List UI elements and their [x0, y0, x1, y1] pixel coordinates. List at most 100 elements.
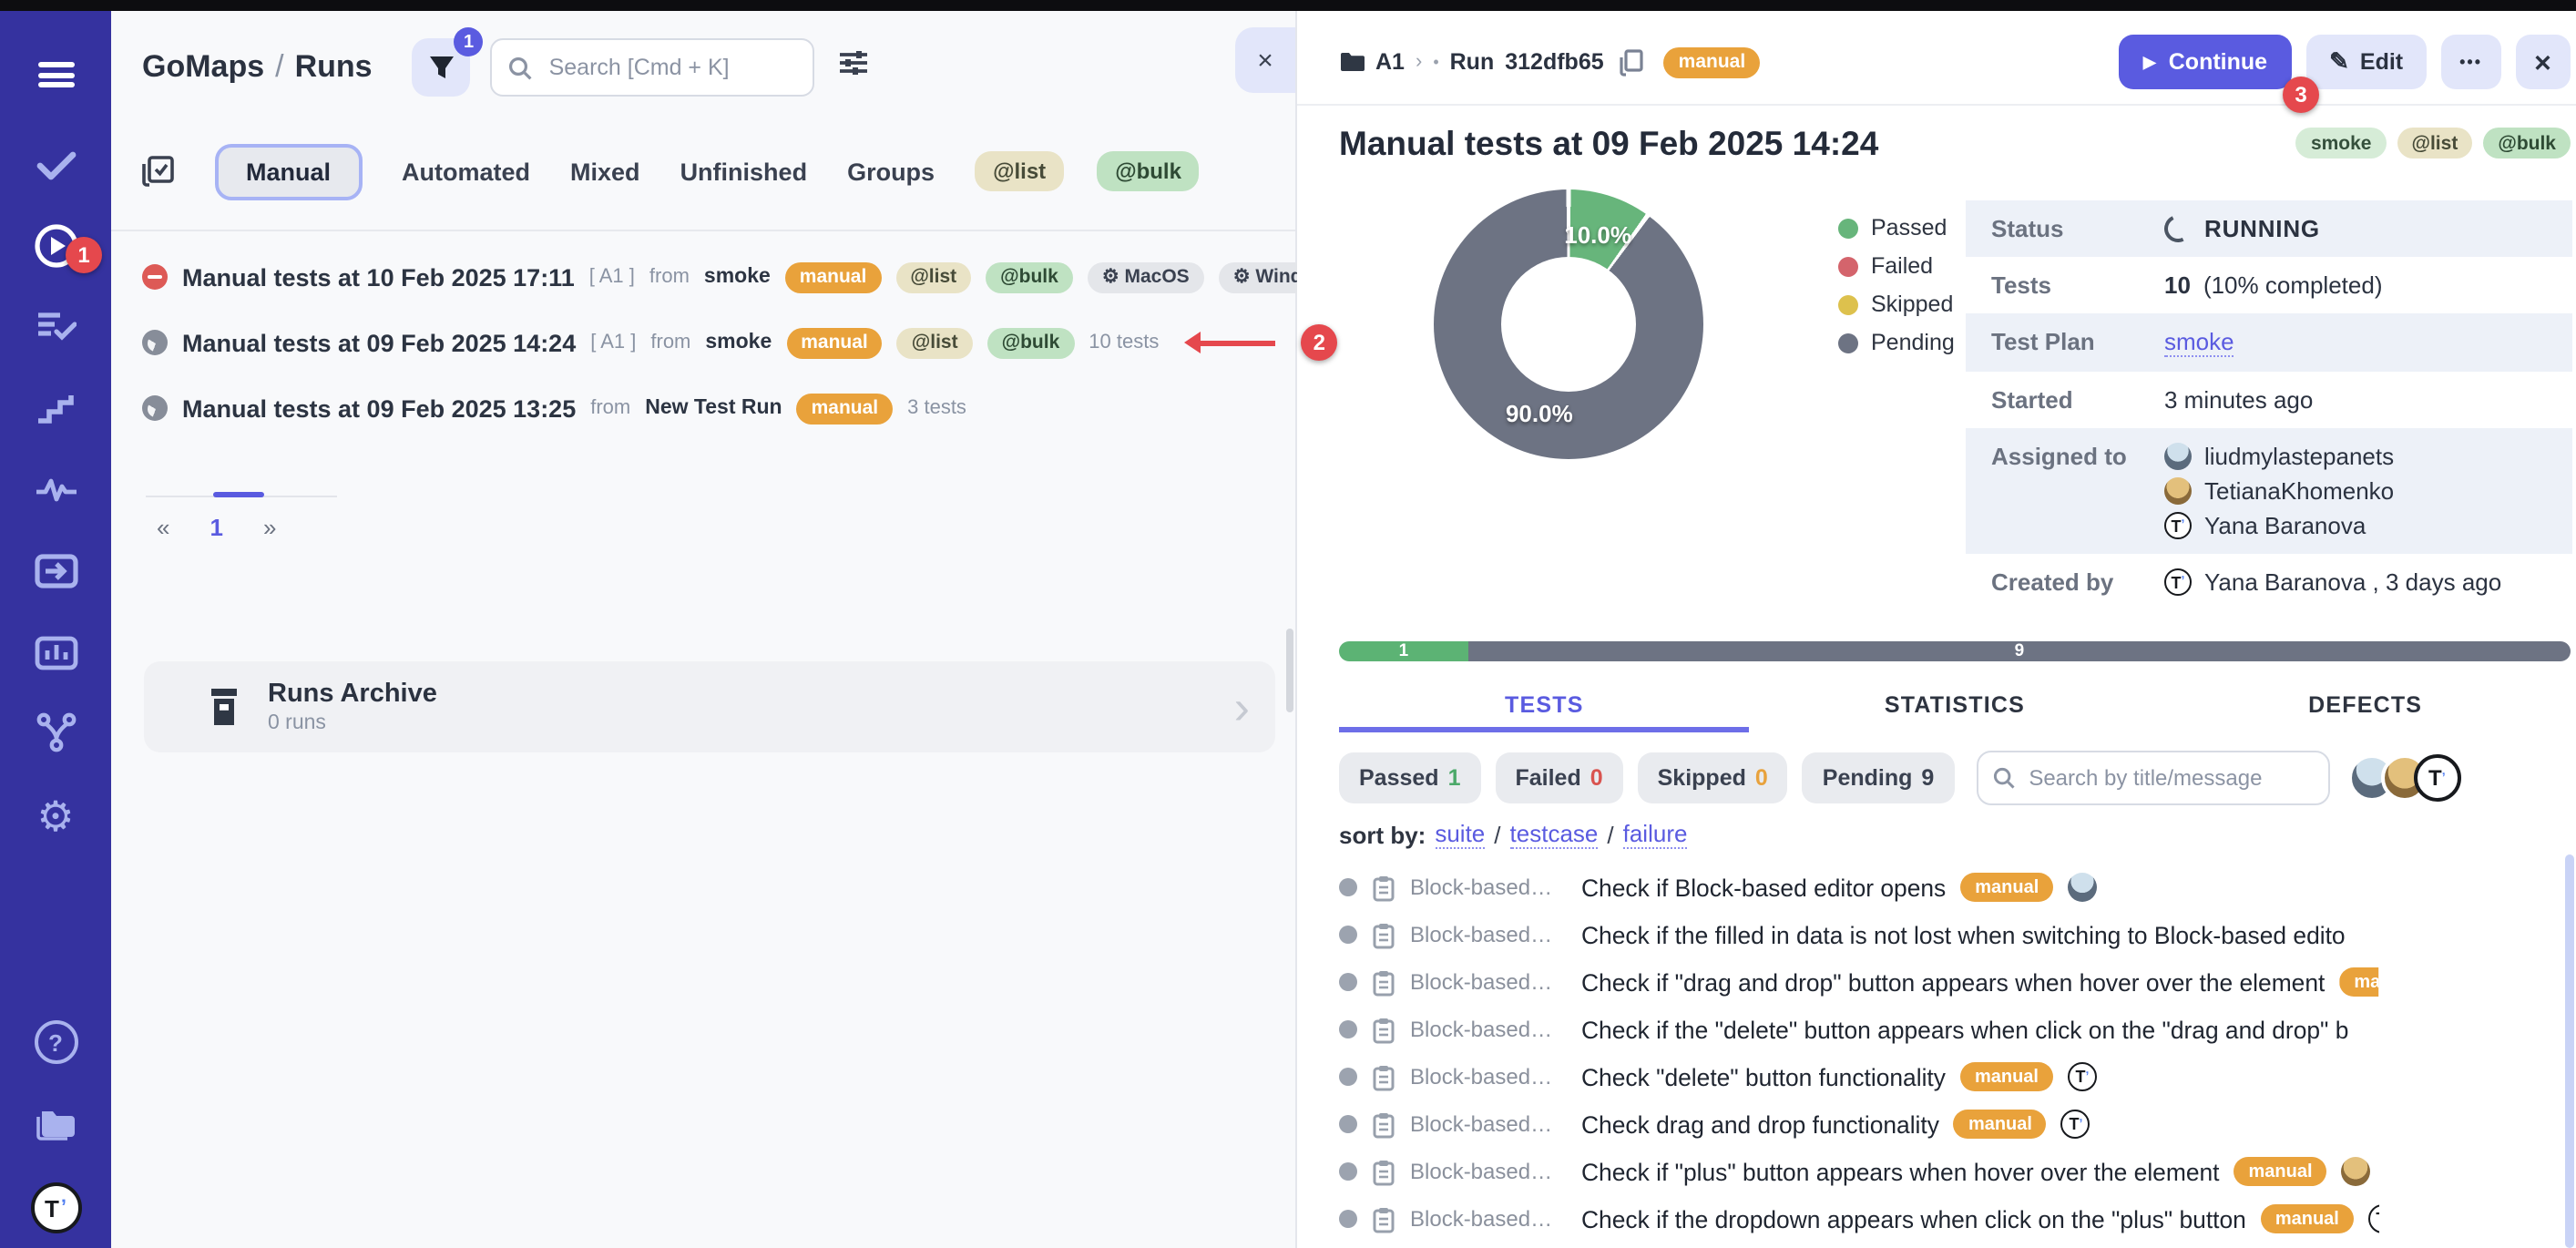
pagination-page-1[interactable]: 1: [210, 514, 222, 541]
badge-@list: @list: [895, 261, 971, 292]
copy-check-icon[interactable]: [142, 155, 175, 188]
test-row[interactable]: Block-based…Check if the dropdown appear…: [1339, 1195, 2571, 1243]
badge-manual: manual: [1960, 1062, 2053, 1091]
sort-by-testcase[interactable]: testcase: [1510, 820, 1599, 849]
legend-item-skipped: Skipped: [1838, 292, 1955, 317]
sort-controls: sort by:suite/testcase/failure: [1339, 820, 1687, 849]
gear-icon[interactable]: ⚙: [0, 785, 111, 847]
progress-passed-segment: 1: [1339, 641, 1468, 661]
test-title: Check drag and drop functionality: [1581, 1110, 1939, 1138]
tab-defects[interactable]: DEFECTS: [2160, 681, 2571, 732]
breadcrumb: GoMaps/Runs: [142, 49, 373, 86]
tab-statistics[interactable]: STATISTICS: [1750, 681, 2161, 732]
adjustments-icon[interactable]: [839, 49, 870, 86]
test-row[interactable]: Block-based…Check if "plus" button appea…: [1339, 1148, 2571, 1195]
box-arrow-in-icon[interactable]: [0, 539, 111, 601]
test-suite: Block-based…: [1410, 969, 1567, 995]
archive-icon: [206, 687, 242, 727]
test-list: Block-based…Check if Block-based editor …: [1339, 864, 2571, 1248]
badge-manual: manual: [797, 393, 894, 424]
badge-manual: manual: [785, 261, 882, 292]
avatar-logo: T: [2164, 512, 2192, 539]
search-icon: [1992, 767, 2014, 789]
badge-@list: @list: [897, 327, 973, 358]
breadcrumb-page[interactable]: Runs: [295, 49, 373, 84]
filter-chip-passed[interactable]: Passed1: [1339, 752, 1480, 803]
test-row[interactable]: Block-based…Check if the "delete" button…: [1339, 1006, 2571, 1053]
run-id[interactable]: 312dfb65: [1505, 49, 1603, 75]
edit-button[interactable]: ✎ Edit: [2305, 35, 2427, 89]
activity-icon[interactable]: [0, 459, 111, 521]
panel-close-button[interactable]: ×: [1235, 27, 1295, 93]
test-row[interactable]: Block-based…Check "delete" button functi…: [1339, 1053, 2571, 1100]
run-row[interactable]: Manual tests at 09 Feb 2025 13:25fromNew…: [142, 375, 1284, 441]
badge-manual: manual: [2234, 1157, 2327, 1186]
pagination-prev[interactable]: «: [157, 514, 169, 541]
test-row[interactable]: Block-based…Check drag and drop function…: [1339, 1100, 2571, 1148]
test-suite: Block-based…: [1410, 1017, 1567, 1042]
test-row[interactable]: Block-based…Check if "drag and drop" but…: [1339, 958, 2571, 1006]
help-icon[interactable]: ?: [0, 1011, 111, 1073]
run-info-table: StatusRUNNINGTests10 (10% completed)Test…: [1966, 200, 2572, 610]
check-icon[interactable]: [0, 135, 111, 197]
tab-manual[interactable]: Manual: [215, 143, 362, 199]
clipboard-icon: [1372, 874, 1395, 901]
branch-icon[interactable]: [0, 701, 111, 763]
folder-icon[interactable]: [0, 1093, 111, 1155]
run-row[interactable]: Manual tests at 10 Feb 2025 17:11[ A1 ]f…: [142, 244, 1284, 310]
tab-groups[interactable]: Groups: [847, 158, 935, 185]
user-avatar-logo[interactable]: T: [0, 1177, 111, 1239]
breadcrumb-project[interactable]: A1: [1375, 49, 1405, 75]
test-suite: Block-based…: [1410, 1159, 1567, 1184]
test-suite: Block-based…: [1410, 1064, 1567, 1089]
filter-button[interactable]: 1: [413, 38, 471, 97]
sort-by-failure[interactable]: failure: [1623, 820, 1688, 849]
filter-chip-skipped[interactable]: Skipped0: [1638, 752, 1788, 803]
close-button[interactable]: ✕: [2515, 35, 2571, 89]
runs-archive-card[interactable]: Runs Archive 0 runs ›: [144, 661, 1275, 752]
tests-scrollbar[interactable]: [2565, 854, 2574, 1248]
test-row[interactable]: Block-based…Check if Block-based editor …: [1339, 864, 2571, 911]
copy-icon[interactable]: [1620, 48, 1644, 76]
list-check-icon[interactable]: [0, 295, 111, 357]
tab-tests[interactable]: TESTS: [1339, 681, 1750, 732]
badge-@bulk: @bulk: [986, 261, 1073, 292]
avatar-photo1: [2164, 443, 2192, 470]
run-detail-panel: A1 › • Run 312dfb65 manual ▶ Continue ✎ …: [1297, 11, 2576, 1248]
left-panel-scrollbar[interactable]: [1286, 629, 1293, 712]
bar-chart-icon[interactable]: [0, 621, 111, 683]
run-breadcrumb: A1 › • Run 312dfb65 manual: [1339, 46, 1760, 77]
run-tags: smoke@list@bulk: [2296, 124, 2571, 159]
tag-filter-@bulk[interactable]: @bulk: [1097, 151, 1200, 191]
suite-ref: [ A1 ]: [589, 266, 635, 288]
continue-button[interactable]: ▶ Continue: [2120, 35, 2291, 89]
test-row[interactable]: Block-based…manual: [1339, 1243, 2571, 1248]
search-input[interactable]: [546, 53, 797, 82]
archive-title: Runs Archive: [268, 680, 437, 712]
filter-chip-pending[interactable]: Pending9: [1803, 752, 1955, 803]
filter-chip-failed[interactable]: Failed0: [1495, 752, 1622, 803]
tab-automated[interactable]: Automated: [402, 158, 530, 185]
more-button[interactable]: •••: [2441, 35, 2500, 89]
badge-MacOS: ⚙ MacOS: [1088, 261, 1204, 292]
pagination-next[interactable]: »: [263, 514, 276, 541]
tab-mixed[interactable]: Mixed: [570, 158, 640, 185]
test-plan-link[interactable]: smoke: [2164, 328, 2234, 357]
test-status-dot: [1339, 926, 1357, 944]
menu-icon[interactable]: [0, 44, 111, 106]
donut-slice-label: 10.0%: [1564, 220, 1631, 248]
steps-icon[interactable]: [0, 377, 111, 439]
tag-filter-@list[interactable]: @list: [975, 151, 1064, 191]
stopped-status-icon: [142, 264, 168, 290]
test-row[interactable]: Block-based…Check if the filled in data …: [1339, 911, 2571, 958]
run-row[interactable]: Manual tests at 09 Feb 2025 14:24[ A1 ]f…: [142, 310, 1284, 375]
sort-by-suite[interactable]: suite: [1435, 820, 1485, 849]
avatar-logo: T: [2164, 568, 2192, 596]
avatar-logo: T: [2413, 754, 2460, 802]
test-status-dot: [1339, 1210, 1357, 1228]
donut-slice-label: 90.0%: [1506, 401, 1573, 428]
tab-unfinished[interactable]: Unfinished: [680, 158, 808, 185]
tests-search-input[interactable]: [2025, 763, 2313, 793]
chart-legend: PassedFailedSkippedPending: [1838, 215, 1955, 355]
breadcrumb-project[interactable]: GoMaps: [142, 49, 264, 84]
